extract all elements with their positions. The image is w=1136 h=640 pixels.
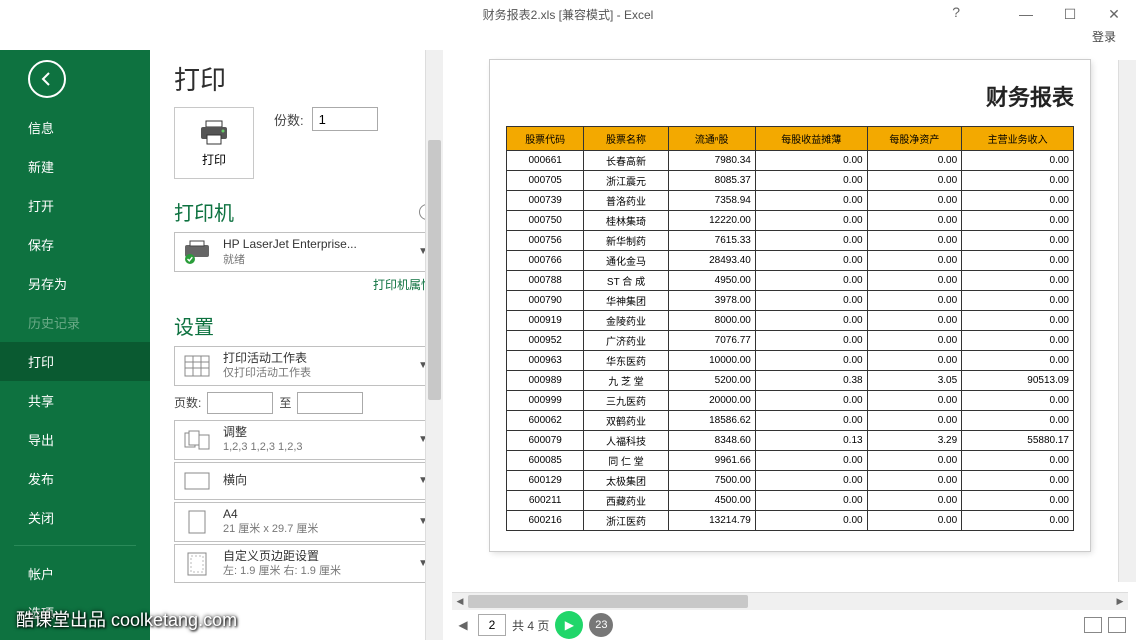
copies-label: 份数: bbox=[274, 110, 304, 129]
table-row: 600211西藏药业4500.000.000.000.00 bbox=[507, 491, 1074, 511]
settings-heading: 设置 bbox=[174, 311, 214, 340]
prev-page-button[interactable]: ◀ bbox=[454, 615, 472, 635]
nav-account[interactable]: 帐户 bbox=[0, 554, 150, 593]
print-preview-pane: 财务报表 股票代码股票名称流通ⁿ股每股收益摊薄每股净资产主营业务收入 00066… bbox=[444, 50, 1136, 640]
column-header: 每股收益摊薄 bbox=[755, 127, 867, 151]
print-settings-pane: 打印 打印 份数: 打印机 i HP Las bbox=[150, 50, 444, 640]
nav-history: 历史记录 bbox=[0, 303, 150, 342]
zoom-to-page-button[interactable] bbox=[1108, 617, 1126, 633]
nav-share[interactable]: 共享 bbox=[0, 381, 150, 420]
arrow-left-icon bbox=[38, 70, 56, 88]
nav-print[interactable]: 打印 bbox=[0, 342, 150, 381]
table-row: 000705浙江震元8085.370.000.000.00 bbox=[507, 171, 1074, 191]
nav-export[interactable]: 导出 bbox=[0, 420, 150, 459]
orientation-selector[interactable]: 横向 ▼ bbox=[174, 462, 435, 500]
table-row: 000790华神集团3978.000.000.000.00 bbox=[507, 291, 1074, 311]
nav-options[interactable]: 选项 bbox=[0, 593, 150, 632]
sheet-icon bbox=[181, 352, 213, 380]
nav-close[interactable]: 关闭 bbox=[0, 498, 150, 537]
table-row: 000766通化金马28493.400.000.000.00 bbox=[507, 251, 1074, 271]
table-row: 000750桂林集琦12220.000.000.000.00 bbox=[507, 211, 1074, 231]
landscape-icon bbox=[181, 467, 213, 495]
column-header: 每股净资产 bbox=[867, 127, 962, 151]
table-row: 000952广济药业7076.770.000.000.00 bbox=[507, 331, 1074, 351]
page-icon bbox=[181, 508, 213, 536]
data-table: 股票代码股票名称流通ⁿ股每股收益摊薄每股净资产主营业务收入 000661长春高新… bbox=[506, 126, 1074, 531]
window-title: 财务报表2.xls [兼容模式] - Excel bbox=[483, 6, 654, 23]
margins-icon bbox=[181, 550, 213, 578]
maximize-button[interactable]: ☐ bbox=[1048, 0, 1092, 28]
table-row: 600062双鹤药业18586.620.000.000.00 bbox=[507, 411, 1074, 431]
printer-ready-icon bbox=[181, 238, 213, 266]
nav-new[interactable]: 新建 bbox=[0, 147, 150, 186]
nav-saveas[interactable]: 另存为 bbox=[0, 264, 150, 303]
table-row: 000788ST 合 成4950.000.000.000.00 bbox=[507, 271, 1074, 291]
preview-footer: ◀ 共 4 页 ▶ 23 bbox=[444, 610, 1136, 640]
nav-save[interactable]: 保存 bbox=[0, 225, 150, 264]
pages-from-input[interactable] bbox=[207, 392, 273, 414]
column-header: 主营业务收入 bbox=[962, 127, 1074, 151]
sheet-title: 财务报表 bbox=[506, 80, 1074, 112]
copies-input[interactable] bbox=[312, 107, 378, 131]
nav-separator bbox=[14, 545, 136, 546]
close-window-button[interactable]: ✕ bbox=[1092, 0, 1136, 28]
table-row: 600216浙江医药13214.790.000.000.00 bbox=[507, 511, 1074, 531]
printer-status: 就绪 bbox=[223, 253, 408, 267]
preview-vertical-scrollbar[interactable] bbox=[1118, 60, 1136, 582]
column-header: 股票代码 bbox=[507, 127, 584, 151]
backstage-sidebar: 信息新建打开保存另存为历史记录打印共享导出发布关闭 帐户选项 bbox=[0, 50, 150, 640]
print-button[interactable]: 打印 bbox=[174, 107, 254, 179]
table-row: 600129太极集团7500.000.000.000.00 bbox=[507, 471, 1074, 491]
column-header: 流通ⁿ股 bbox=[668, 127, 755, 151]
printer-icon bbox=[198, 119, 230, 147]
printer-heading: 打印机 bbox=[174, 197, 234, 226]
back-button[interactable] bbox=[28, 60, 66, 98]
page-badge: 23 bbox=[589, 613, 613, 637]
printer-name: HP LaserJet Enterprise... bbox=[223, 237, 408, 253]
page-total-label: 共 4 页 bbox=[512, 617, 549, 634]
paper-size-selector[interactable]: A421 厘米 x 29.7 厘米 ▼ bbox=[174, 502, 435, 542]
printer-selector[interactable]: HP LaserJet Enterprise... 就绪 ▼ bbox=[174, 232, 435, 272]
preview-horizontal-scrollbar[interactable]: ◀ ▶ bbox=[452, 592, 1128, 610]
print-scope-selector[interactable]: 打印活动工作表仅打印活动工作表 ▼ bbox=[174, 346, 435, 386]
margins-selector[interactable]: 自定义页边距设置左: 1.9 厘米 右: 1.9 厘米 ▼ bbox=[174, 544, 435, 584]
scroll-right-button[interactable]: ▶ bbox=[1112, 593, 1128, 610]
titlebar: 财务报表2.xls [兼容模式] - Excel ? ― ☐ ✕ bbox=[0, 0, 1136, 28]
collate-icon bbox=[181, 426, 213, 454]
table-row: 000999三九医药20000.000.000.000.00 bbox=[507, 391, 1074, 411]
table-row: 600079人福科技8348.600.133.2955880.17 bbox=[507, 431, 1074, 451]
help-button[interactable]: ? bbox=[952, 4, 960, 20]
next-page-button[interactable]: ▶ bbox=[555, 611, 583, 639]
table-row: 000756新华制药7615.330.000.000.00 bbox=[507, 231, 1074, 251]
page-number-input[interactable] bbox=[478, 614, 506, 636]
page-heading: 打印 bbox=[174, 60, 435, 97]
settings-scrollbar[interactable] bbox=[425, 50, 443, 640]
nav-info[interactable]: 信息 bbox=[0, 108, 150, 147]
printer-properties-link[interactable]: 打印机属性 bbox=[174, 276, 435, 293]
show-margins-button[interactable] bbox=[1084, 617, 1102, 633]
table-row: 000919金陵药业8000.000.000.000.00 bbox=[507, 311, 1074, 331]
table-row: 600085同 仁 堂9961.660.000.000.00 bbox=[507, 451, 1074, 471]
scroll-left-button[interactable]: ◀ bbox=[452, 593, 468, 610]
nav-open[interactable]: 打开 bbox=[0, 186, 150, 225]
table-row: 000989九 芝 堂5200.000.383.0590513.09 bbox=[507, 371, 1074, 391]
collate-selector[interactable]: 调整1,2,3 1,2,3 1,2,3 ▼ bbox=[174, 420, 435, 460]
table-row: 000739普洛药业7358.940.000.000.00 bbox=[507, 191, 1074, 211]
pages-label: 页数: bbox=[174, 394, 201, 411]
column-header: 股票名称 bbox=[584, 127, 668, 151]
login-link[interactable]: 登录 bbox=[1092, 30, 1116, 44]
nav-publish[interactable]: 发布 bbox=[0, 459, 150, 498]
table-row: 000661长春高新7980.340.000.000.00 bbox=[507, 151, 1074, 171]
table-row: 000963华东医药10000.000.000.000.00 bbox=[507, 351, 1074, 371]
preview-page: 财务报表 股票代码股票名称流通ⁿ股每股收益摊薄每股净资产主营业务收入 00066… bbox=[490, 60, 1090, 551]
minimize-button[interactable]: ― bbox=[1004, 0, 1048, 28]
pages-to-input[interactable] bbox=[297, 392, 363, 414]
